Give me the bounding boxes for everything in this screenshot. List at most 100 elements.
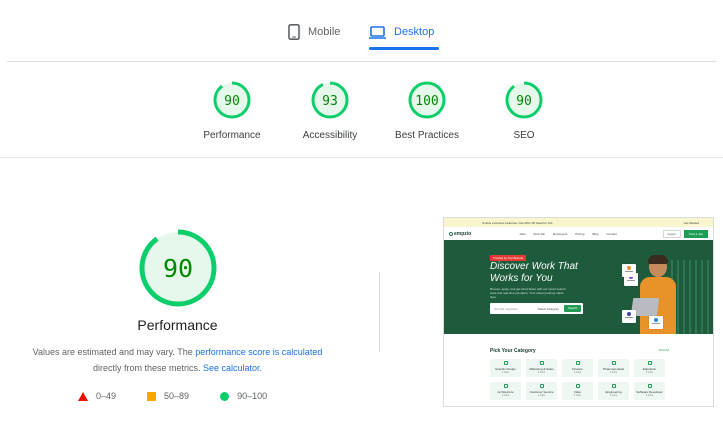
thumb-menu-item: Employers [553, 231, 568, 236]
performance-score-link[interactable]: performance score is calculated [195, 347, 322, 357]
thumb-hero-decoration [671, 260, 713, 334]
gauge-score: 100 [415, 94, 438, 109]
category-icon [575, 361, 580, 365]
vertical-divider [379, 272, 380, 352]
thumb-announcement-text: Unlock exclusive Features: Get 20% Off I… [482, 220, 553, 225]
gauge-ring: 90 [505, 81, 543, 119]
gauge-label: Performance [203, 130, 261, 141]
tab-mobile-label: Mobile [308, 26, 341, 38]
thumb-search-placeholder: Job title, keyword... [494, 306, 520, 311]
gauge-seo[interactable]: 90 SEO [474, 80, 574, 141]
thumb-categories-title: Pick Your Category [490, 348, 536, 354]
thumb-categories: Pick Your Category View All Graphic Desi… [444, 334, 713, 400]
thumb-category-card: Finance 3 Jobs [562, 359, 593, 377]
phone-icon [288, 24, 300, 40]
thumb-category-count: 2 Jobs [501, 371, 510, 374]
thumb-menu-item: Find Job [533, 231, 546, 236]
category-icon [647, 361, 652, 365]
category-icon [647, 384, 652, 388]
thumb-announcement-bar: Unlock exclusive Features: Get 20% Off I… [444, 218, 713, 227]
category-icon [539, 384, 544, 388]
thumb-menu-item: Blog [592, 231, 599, 236]
gauge-label: Best Practices [395, 130, 459, 141]
thumb-announcement-right: Get Started [683, 220, 699, 225]
thumb-category-card: Education 5 Jobs [634, 359, 665, 377]
thumb-menu: Jobs Find Job Employers Pricing Blog Contact [519, 232, 617, 236]
tab-mobile[interactable]: Mobile [288, 18, 340, 46]
desc-text: Values are estimated and may vary. The [32, 347, 196, 357]
performance-title: Performance [137, 317, 218, 333]
thumb-menu-item: Jobs [519, 231, 526, 236]
thumb-category-count: 3 Jobs [609, 394, 618, 397]
thumb-logo-text: empzio [454, 230, 472, 237]
active-tab-indicator [369, 47, 440, 50]
thumb-category-card: Architecture 3 Jobs [490, 382, 521, 400]
tab-desktop-label: Desktop [394, 26, 435, 38]
logo-mark-icon [449, 231, 453, 236]
square-icon [147, 391, 157, 401]
thumb-category-count: 3 Jobs [573, 371, 582, 374]
thumb-menu-item: Pricing [575, 231, 585, 236]
desc-text: directly from these metrics. [92, 363, 203, 373]
thumb-logo: empzio [449, 231, 471, 237]
gauge-performance[interactable]: 90 Performance [182, 80, 282, 141]
circle-icon [220, 391, 230, 401]
thumb-login-button: Log in [662, 229, 681, 238]
thumb-category-count: 3 Jobs [501, 394, 510, 397]
gauge-label: Accessibility [302, 130, 358, 141]
see-calculator-link[interactable]: See calculator. [203, 363, 262, 373]
gauge-ring: 100 [408, 81, 446, 119]
thumb-category-count: 4 Jobs [537, 371, 546, 374]
performance-score: 90 [162, 254, 192, 283]
gauge-score: 93 [322, 94, 338, 109]
thumb-floating-card [622, 264, 636, 277]
thumb-category-count: 5 Jobs [645, 371, 654, 374]
thumb-category-card: Data 4 Jobs [562, 382, 593, 400]
gauge-score: 90 [516, 94, 532, 109]
category-icon [503, 361, 508, 365]
category-icon [575, 384, 580, 388]
tab-desktop[interactable]: Desktop [369, 18, 440, 50]
thumb-hero: Trusted by Top Brands Discover Work That… [444, 240, 713, 334]
laptop-icon [369, 25, 386, 39]
performance-gauge-ring: 90 [139, 229, 216, 307]
score-legend: 0–49 50–89 90–100 [78, 391, 298, 401]
thumb-category-grid: Graphic Design 2 Jobs Marketing & Sales 4 J… [490, 359, 713, 400]
thumb-nav-buttons: Log in Post a Job [662, 229, 708, 238]
divider [0, 157, 723, 158]
thumb-hero-subtext: Browse, apply, and get hired faster with… [490, 287, 566, 299]
thumb-category-card: Software Developer 6 Jobs [634, 382, 665, 400]
gauge-accessibility[interactable]: 93 Accessibility [280, 80, 380, 141]
gauge-ring: 90 [213, 81, 251, 119]
thumb-floating-card [622, 310, 636, 323]
gauge-label: SEO [513, 130, 535, 141]
category-icon [503, 384, 508, 388]
category-icon [611, 361, 616, 365]
category-icon [539, 361, 544, 365]
thumb-category-card: Engineering 3 Jobs [598, 382, 629, 400]
gauge-ring: 93 [311, 81, 349, 119]
gauge-score: 90 [224, 94, 240, 109]
thumb-post-job-button: Post a Job [683, 229, 708, 238]
page-screenshot-thumbnail[interactable]: Unlock exclusive Features: Get 20% Off I… [443, 217, 714, 407]
gauge-best-practices[interactable]: 100 Best Practices [377, 80, 477, 141]
thumb-menu-item: Contact [606, 231, 617, 236]
thumb-hero-person [648, 255, 668, 264]
thumb-category-card: Customer Service 2 Jobs [526, 382, 557, 400]
thumb-category-card: Marketing & Sales 4 Jobs [526, 359, 557, 377]
device-tabs: Mobile Desktop [0, 0, 723, 62]
thumb-hero-search: Job title, keyword... Select Category Se… [490, 303, 583, 314]
thumb-category-count: 6 Jobs [645, 394, 654, 397]
thumb-categories-link: View All [658, 348, 669, 352]
thumb-category-count: 2 Jobs [537, 394, 546, 397]
thumb-search-select: Select Category [537, 306, 560, 311]
thumb-hero-headline: Discover Work That Works for You [490, 261, 578, 284]
legend-range: 0–49 [96, 391, 117, 401]
thumb-floating-card [649, 316, 663, 329]
thumb-navbar: empzio Jobs Find Job Employers Pricing Blog C… [444, 227, 713, 240]
legend-range: 50–89 [164, 391, 190, 401]
legend-item-fail: 0–49 [78, 391, 116, 401]
performance-gauge[interactable]: 90 [0, 228, 355, 308]
category-icon [611, 384, 616, 388]
thumb-category-count: 2 Jobs [609, 371, 618, 374]
